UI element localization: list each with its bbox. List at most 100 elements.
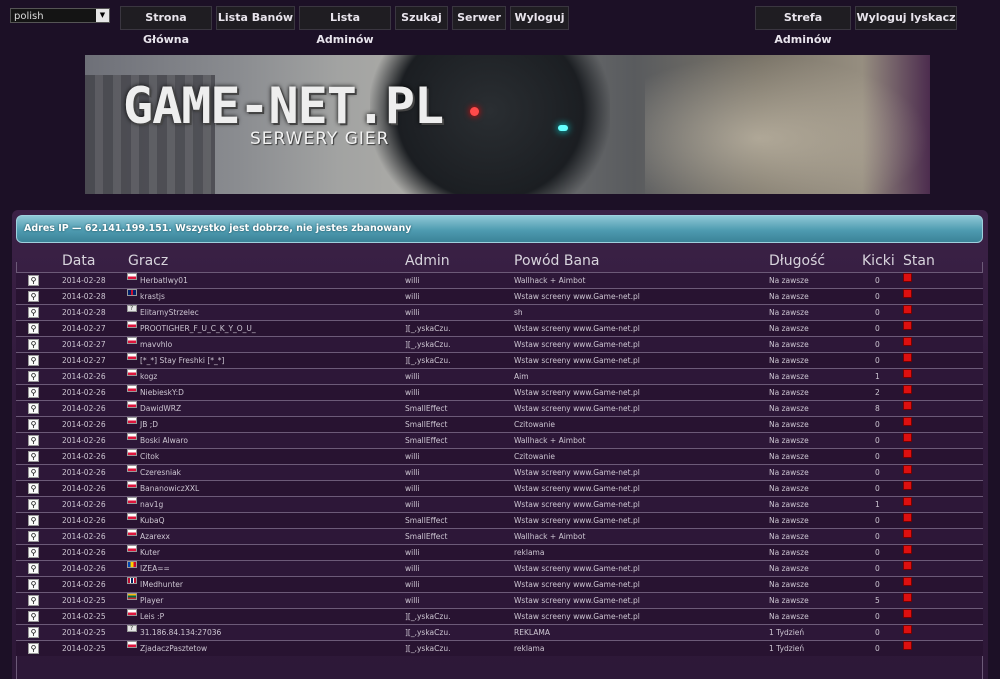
table-row[interactable]: ⚲ 2014-02-28 krastjs willi Wstaw screeny www… xyxy=(16,288,983,304)
nav-server-button[interactable]: Serwer xyxy=(452,6,506,30)
nav-admin-list-button[interactable]: Lista Adminów xyxy=(299,6,391,46)
ban-details-icon[interactable]: ⚲ xyxy=(28,435,39,446)
ban-player[interactable]: ZjadaczPasztetow xyxy=(140,641,207,657)
ban-details-icon[interactable]: ⚲ xyxy=(28,291,39,302)
ban-details-icon[interactable]: ⚲ xyxy=(28,307,39,318)
ban-player[interactable]: IMedhunter xyxy=(140,577,183,593)
ban-player[interactable]: Boski Alwaro xyxy=(140,433,188,449)
table-row[interactable]: ⚲ 2014-02-25 31.186.84.134:27036][_,yskaCz… xyxy=(16,621,983,641)
ban-details-icon[interactable]: ⚲ xyxy=(28,531,39,542)
ban-reason: Wstaw screeny www.Game-net.pl xyxy=(514,580,640,589)
table-row[interactable]: ⚲ 2014-02-26 Kuter willi reklama Na zawsze 0 xyxy=(16,544,983,560)
ban-player[interactable]: Player xyxy=(140,593,163,609)
table-row[interactable]: ⚲ 2014-02-26 Boski Alwaro SmallEffect Wallha… xyxy=(16,432,983,448)
ban-player[interactable]: DawidWRZ xyxy=(140,401,181,417)
table-row[interactable]: ⚲ 2014-02-26 JB ;D SmallEffect Czitowanie Na … xyxy=(16,416,983,432)
table-row[interactable]: ⚲ 2014-02-27 PROOTIGHER_F_U_C_K_Y_O_U_][_,… xyxy=(16,320,983,336)
ban-player[interactable]: [*_*] Stay Freshki [*_*] xyxy=(140,353,224,369)
ban-details-icon[interactable]: ⚲ xyxy=(28,563,39,574)
ban-player[interactable]: Leis :P xyxy=(140,609,164,625)
ban-date: 2014-02-26 xyxy=(62,436,106,445)
column-header-status[interactable]: Stan xyxy=(903,253,935,269)
ban-details-icon[interactable]: ⚲ xyxy=(28,627,39,638)
table-row[interactable]: ⚲ 2014-02-25 Player willi Wstaw screeny www.… xyxy=(16,592,983,608)
table-row[interactable]: ⚲ 2014-02-26 Czeresniak willi Wstaw screeny … xyxy=(16,464,983,480)
ban-active-status-icon xyxy=(903,593,912,602)
column-header-player[interactable]: Gracz xyxy=(128,253,168,269)
column-header-kicks[interactable]: Kicki xyxy=(862,253,895,269)
ban-player[interactable]: kogz xyxy=(140,369,157,385)
nav-search-button[interactable]: Szukaj xyxy=(395,6,448,30)
table-row[interactable]: ⚲ 2014-02-27 mavvhlo][_,yskaCzu. Wstaw scre… xyxy=(16,336,983,352)
table-row[interactable]: ⚲ 2014-02-26 nav1g willi Wstaw screeny www.G… xyxy=(16,496,983,512)
nav-logout-button[interactable]: Wyloguj xyxy=(510,6,569,30)
table-row[interactable]: ⚲ 2014-02-26 Citok willi Czitowanie Na zawsze… xyxy=(16,448,983,464)
ban-player[interactable]: NiebieskY:D xyxy=(140,385,184,401)
ban-player[interactable]: Herbatlwy01 xyxy=(140,273,188,289)
ban-details-icon[interactable]: ⚲ xyxy=(28,547,39,558)
table-row[interactable]: ⚲ 2014-02-26 IMedhunter willi Wstaw screeny … xyxy=(16,576,983,592)
ban-details-icon[interactable]: ⚲ xyxy=(28,419,39,430)
language-select[interactable]: polish ▼ xyxy=(10,8,110,23)
column-header-reason[interactable]: Powód Bana xyxy=(514,253,600,269)
ban-details-icon[interactable]: ⚲ xyxy=(28,323,39,334)
ban-player[interactable]: BananowiczXXL xyxy=(140,481,199,497)
ban-player[interactable]: PROOTIGHER_F_U_C_K_Y_O_U_ xyxy=(140,321,256,337)
ban-player[interactable]: mavvhlo xyxy=(140,337,172,353)
table-row[interactable]: ⚲ 2014-02-26 NiebieskY:D willi Wstaw screeny… xyxy=(16,384,983,400)
ban-details-icon[interactable]: ⚲ xyxy=(28,403,39,414)
table-row[interactable]: ⚲ 2014-02-25 ZjadaczPasztetow][_,yskaCzu. r… xyxy=(16,640,983,656)
ban-details-icon[interactable]: ⚲ xyxy=(28,467,39,478)
admin-zone-button[interactable]: Strefa Adminów xyxy=(755,6,851,46)
table-row[interactable]: ⚲ 2014-02-26 Azarexx SmallEffect Wallhack + … xyxy=(16,528,983,544)
ban-player[interactable]: Azarexx xyxy=(140,529,170,545)
country-flag-icon xyxy=(127,561,137,568)
ban-player[interactable]: KubaQ xyxy=(140,513,165,529)
ban-details-icon[interactable]: ⚲ xyxy=(28,579,39,590)
ban-details-icon[interactable]: ⚲ xyxy=(28,355,39,366)
ban-date: 2014-02-26 xyxy=(62,580,106,589)
ban-player[interactable]: Czeresniak xyxy=(140,465,181,481)
table-row[interactable]: ⚲ 2014-02-28 Herbatlwy01 willi Wallhack + Ai… xyxy=(16,272,983,288)
ban-admin: willi xyxy=(405,580,420,589)
table-row[interactable]: ⚲ 2014-02-26 KubaQ SmallEffect Wstaw screeny… xyxy=(16,512,983,528)
ban-details-icon[interactable]: ⚲ xyxy=(28,483,39,494)
chevron-down-icon[interactable]: ▼ xyxy=(96,9,109,22)
ban-admin: SmallEffect xyxy=(405,404,448,413)
ban-player[interactable]: ElitarnyStrzelec xyxy=(140,305,199,321)
column-header-date[interactable]: Data xyxy=(62,253,95,269)
ban-length: Na zawsze xyxy=(769,436,809,445)
column-header-length[interactable]: Długość xyxy=(769,253,825,269)
column-header-admin[interactable]: Admin xyxy=(405,253,450,269)
ban-details-icon[interactable]: ⚲ xyxy=(28,275,39,286)
ban-player[interactable]: krastjs xyxy=(140,289,165,305)
ban-details-icon[interactable]: ⚲ xyxy=(28,451,39,462)
ban-player[interactable]: Kuter xyxy=(140,545,160,561)
logout-user-button[interactable]: Wyloguj lyskacz xyxy=(855,6,957,30)
ban-player[interactable]: IZEA== xyxy=(140,561,170,577)
table-row[interactable]: ⚲ 2014-02-26 IZEA== willi Wstaw screeny www.… xyxy=(16,560,983,576)
ban-details-icon[interactable]: ⚲ xyxy=(28,371,39,382)
ban-details-icon[interactable]: ⚲ xyxy=(28,339,39,350)
ban-player[interactable]: 31.186.84.134:27036 xyxy=(140,625,221,641)
table-row[interactable]: ⚲ 2014-02-26 kogz willi Aim Na zawsze 1 xyxy=(16,368,983,384)
ban-details-icon[interactable]: ⚲ xyxy=(28,515,39,526)
table-row[interactable]: ⚲ 2014-02-27 [*_*] Stay Freshki [*_*]][_,y… xyxy=(16,352,983,368)
ban-player[interactable]: JB ;D xyxy=(140,417,158,433)
ban-details-icon[interactable]: ⚲ xyxy=(28,611,39,622)
ban-player[interactable]: Citok xyxy=(140,449,159,465)
table-row[interactable]: ⚲ 2014-02-25 Leis :P][_,yskaCzu. Wstaw scre… xyxy=(16,608,983,624)
nav-ban-list-button[interactable]: Lista Banów xyxy=(216,6,295,30)
table-row[interactable]: ⚲ 2014-02-26 BananowiczXXL willi Wstaw scree… xyxy=(16,480,983,496)
ban-length: Na zawsze xyxy=(769,468,809,477)
nav-home-button[interactable]: Strona Główna xyxy=(120,6,212,46)
ban-player[interactable]: nav1g xyxy=(140,497,163,513)
ban-details-icon[interactable]: ⚲ xyxy=(28,499,39,510)
ban-details-icon[interactable]: ⚲ xyxy=(28,595,39,606)
table-row[interactable]: ⚲ 2014-02-28 ElitarnyStrzelec willi sh Na zaw… xyxy=(16,301,983,321)
table-row[interactable]: ⚲ 2014-02-26 DawidWRZ SmallEffect Wstaw scre… xyxy=(16,400,983,416)
ban-details-icon[interactable]: ⚲ xyxy=(28,643,39,654)
ban-details-icon[interactable]: ⚲ xyxy=(28,387,39,398)
ban-date: 2014-02-26 xyxy=(62,532,106,541)
ban-kicks: 0 xyxy=(875,356,880,365)
